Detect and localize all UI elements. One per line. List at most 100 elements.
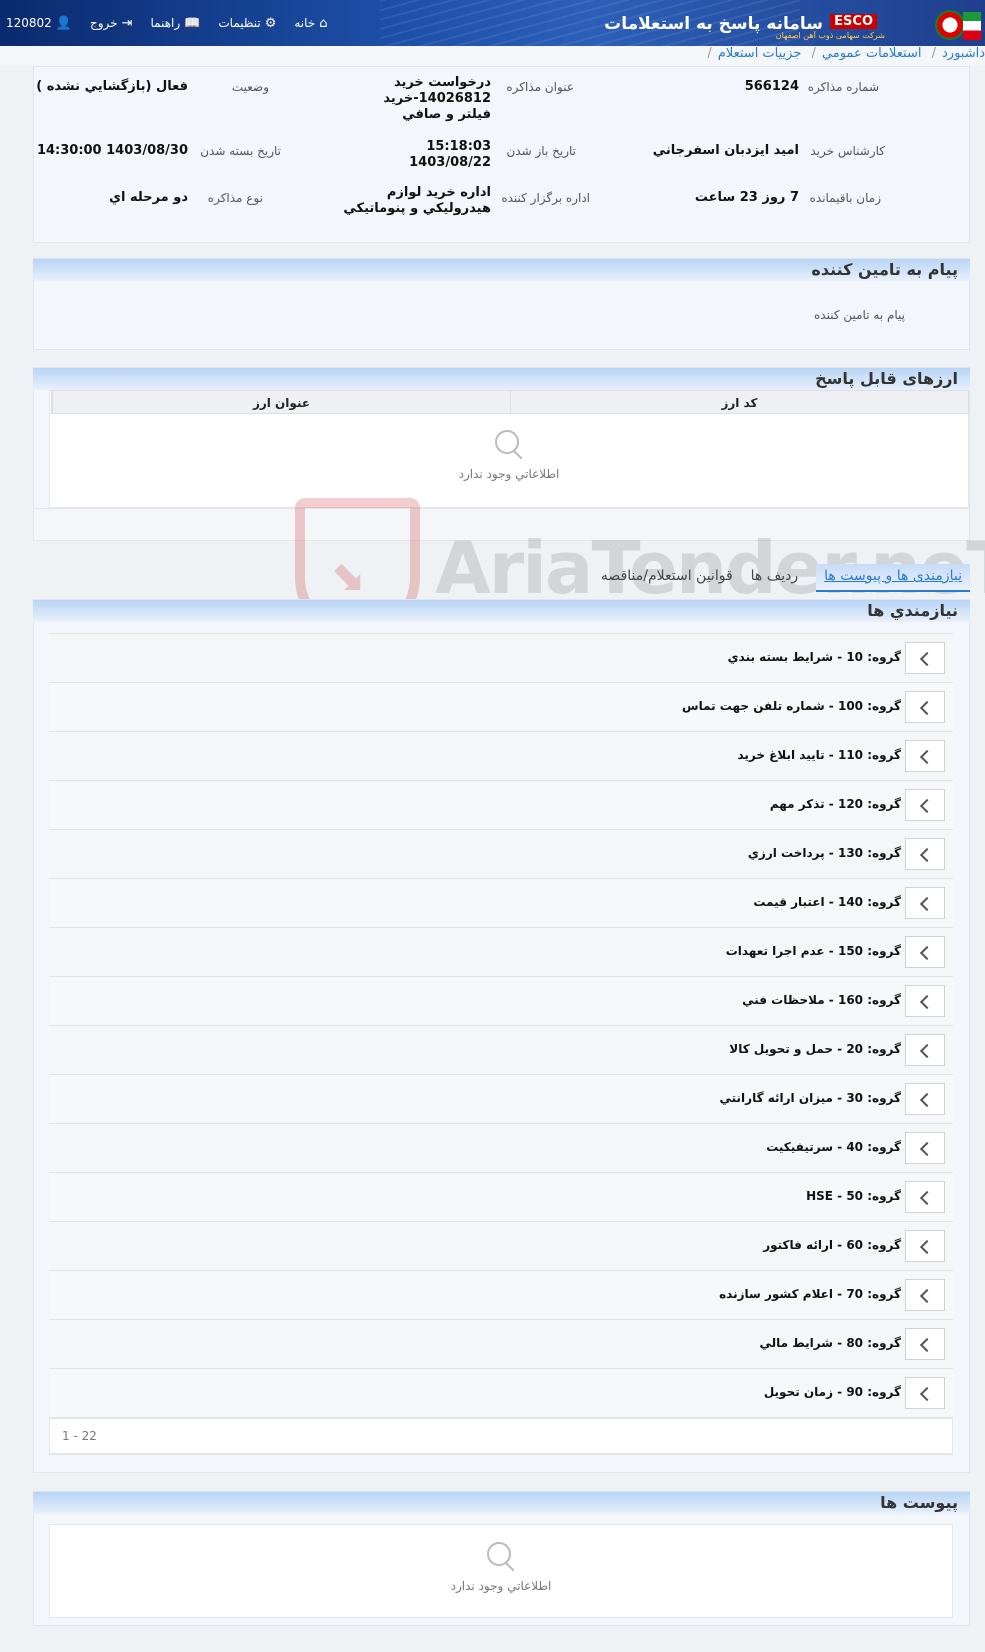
group-row[interactable]: گروه: 130 - پرداخت ارزي [49, 830, 953, 879]
title-label: عنوان مذاکره [506, 80, 574, 94]
group-title: گروه: 40 - سرتيفيکيت [766, 1140, 901, 1154]
top-nav: 120802 👤 خروج ⇥ راهنما 📖 تنظیمات ⚙ خانه … [0, 0, 333, 46]
chevron-left-icon[interactable] [905, 1132, 945, 1164]
group-title: گروه: 80 - شرايط مالي [759, 1336, 901, 1350]
group-row[interactable]: گروه: 40 - سرتيفيکيت [49, 1124, 953, 1173]
home-link[interactable]: خانه ⌂ [288, 16, 333, 31]
requirements-groups: گروه: 10 - شرايط بسته بندي گروه: 100 - ش… [49, 634, 953, 1418]
watermark-arrow-icon: ⬊ [329, 550, 365, 599]
help-label: راهنما [150, 16, 181, 30]
help-link[interactable]: راهنما 📖 [145, 16, 207, 31]
group-title: گروه: 10 - شرايط بسته بندي [727, 650, 901, 664]
logout-link[interactable]: خروج ⇥ [84, 16, 139, 31]
chevron-left-icon[interactable] [905, 789, 945, 821]
breadcrumb-dashboard[interactable]: داشبورد [942, 46, 985, 61]
supplier-message-title: پيام به تامين کننده [33, 259, 970, 281]
group-title: گروه: 120 - تذکر مهم [769, 797, 901, 811]
flag-icon [963, 12, 981, 40]
chevron-left-icon[interactable] [905, 642, 945, 674]
chevron-left-icon[interactable] [905, 1230, 945, 1262]
group-title: گروه: 150 - عدم اجرا تعهدات [725, 944, 901, 958]
col-currency-code[interactable]: کد ارز [510, 391, 968, 413]
group-row[interactable]: گروه: 60 - ارائه فاکتور [49, 1222, 953, 1271]
chevron-left-icon[interactable] [905, 1083, 945, 1115]
group-title: گروه: 20 - حمل و تحويل کالا [729, 1042, 901, 1056]
group-title: گروه: 100 - شماره تلفن جهت تماس [682, 699, 901, 713]
negotiation-no-label: شماره مذاکره [807, 80, 879, 94]
negotiation-title: درخواست خريد 14026812-خريد فيلتر و صافي [383, 75, 491, 122]
chevron-left-icon[interactable] [905, 936, 945, 968]
group-title: گروه: 160 - ملاحظات فني [742, 993, 901, 1007]
group-row[interactable]: گروه: 100 - شماره تلفن جهت تماس [49, 683, 953, 732]
breadcrumb-inquiry-details[interactable]: جزييات استعلام [718, 46, 802, 61]
remaining-value: 7 روز 23 ساعت [694, 190, 799, 205]
requirements-title: نيازمندي ها [33, 600, 970, 622]
tab-rules[interactable]: قوانين استعلام/مناقصه [601, 564, 733, 592]
chevron-left-icon[interactable] [905, 1328, 945, 1360]
group-row[interactable]: گروه: 20 - حمل و تحويل کالا [49, 1026, 953, 1075]
logout-icon: ⇥ [121, 15, 133, 31]
logout-label: خروج [90, 16, 118, 30]
group-row[interactable]: گروه: 150 - عدم اجرا تعهدات [49, 928, 953, 977]
chevron-left-icon[interactable] [905, 740, 945, 772]
breadcrumb: داشبورد/ استعلامات عمومي/ جزييات استعلام… [0, 46, 985, 66]
group-row[interactable]: گروه: 80 - شرايط مالي [49, 1320, 953, 1369]
status-label: وضعيت [231, 80, 269, 94]
currencies-empty-text: اطلاعاتي وجود ندارد [458, 467, 560, 481]
group-row[interactable]: گروه: 120 - تذکر مهم [49, 781, 953, 830]
chevron-left-icon[interactable] [905, 1034, 945, 1066]
attachments-empty-text: اطلاعاتي وجود ندارد [450, 1579, 552, 1593]
chevron-left-icon[interactable] [905, 838, 945, 870]
app-header: 120802 👤 خروج ⇥ راهنما 📖 تنظیمات ⚙ خانه … [0, 0, 985, 46]
detail-tabs: نیازمندی ها و پیوست ها رديف ها قوانين اس… [600, 564, 970, 592]
group-row[interactable]: گروه: 50 - HSE [49, 1173, 953, 1222]
negotiation-no: 566124 [744, 79, 799, 94]
home-icon: ⌂ [319, 15, 328, 31]
chevron-left-icon[interactable] [905, 691, 945, 723]
currencies-empty-state: اطلاعاتي وجود ندارد [49, 428, 969, 481]
buyer-label: کارشناس خريد [810, 144, 885, 158]
type-value: دو مرحله اي [109, 190, 188, 205]
book-icon: 📖 [184, 15, 201, 31]
tab-requirements-attachments[interactable]: نیازمندی ها و پیوست ها [816, 564, 970, 592]
group-row[interactable]: گروه: 90 - زمان تحويل [49, 1369, 953, 1418]
close-date-label: تاريخ بسته شدن [200, 144, 281, 158]
group-title: گروه: 70 - اعلام کشور سازنده [719, 1287, 901, 1301]
group-row[interactable]: گروه: 70 - اعلام کشور سازنده [49, 1271, 953, 1320]
open-time: 15:18:03 [426, 139, 491, 154]
requirements-pager: 1 - 22 [49, 1418, 953, 1454]
status-value: فعال (بازگشايي نشده ) [36, 79, 188, 94]
chevron-left-icon[interactable] [905, 1377, 945, 1409]
user-id: 120802 [6, 16, 52, 30]
group-row[interactable]: گروه: 140 - اعتبار قيمت [49, 879, 953, 928]
attachments-title: پیوست ها [33, 1492, 970, 1514]
col-currency-title[interactable]: عنوان ارز [52, 391, 510, 413]
gear-icon: ⚙ [264, 15, 277, 31]
group-row[interactable]: گروه: 10 - شرايط بسته بندي [49, 634, 953, 683]
group-title: گروه: 110 - تاييد ابلاغ خريد [737, 748, 901, 762]
chevron-left-icon[interactable] [905, 985, 945, 1017]
group-row[interactable]: گروه: 160 - ملاحظات فني [49, 977, 953, 1026]
dept-value: اداره خريد لوازم هيدروليکي و پنوماتيکي [343, 185, 491, 216]
user-menu[interactable]: 120802 👤 [0, 16, 78, 31]
dept-label: اداره برگزار کننده [501, 191, 590, 205]
currencies-table-header: کد ارز عنوان ارز [51, 390, 969, 414]
chevron-left-icon[interactable] [905, 1279, 945, 1311]
chevron-left-icon[interactable] [905, 1181, 945, 1213]
search-icon [493, 428, 525, 460]
group-title: گروه: 140 - اعتبار قيمت [753, 895, 901, 909]
chevron-left-icon[interactable] [905, 887, 945, 919]
breadcrumb-public-inquiries[interactable]: استعلامات عمومي [822, 46, 922, 61]
close-date: 1403/08/30 14:30:00 [36, 143, 188, 158]
settings-link[interactable]: تنظیمات ⚙ [212, 16, 282, 31]
tab-rows[interactable]: رديف ها [751, 564, 798, 592]
supplier-message-body: پيام به تامين کننده [814, 308, 905, 322]
group-row[interactable]: گروه: 110 - تاييد ابلاغ خريد [49, 732, 953, 781]
open-date: 1403/08/22 [409, 155, 491, 170]
brand-logo: ESCO [830, 14, 877, 29]
buyer-value: اميد ايزدبان اسفرجاني [652, 143, 799, 158]
inquiry-info-panel: شماره مذاکره 566124 عنوان مذاکره درخواست… [33, 66, 970, 243]
group-row[interactable]: گروه: 30 - ميزان ارائه گارانتي [49, 1075, 953, 1124]
currencies-title: ارزهای قابل پاسخ [33, 368, 970, 390]
open-date-label: تاريخ باز شدن [506, 144, 576, 158]
